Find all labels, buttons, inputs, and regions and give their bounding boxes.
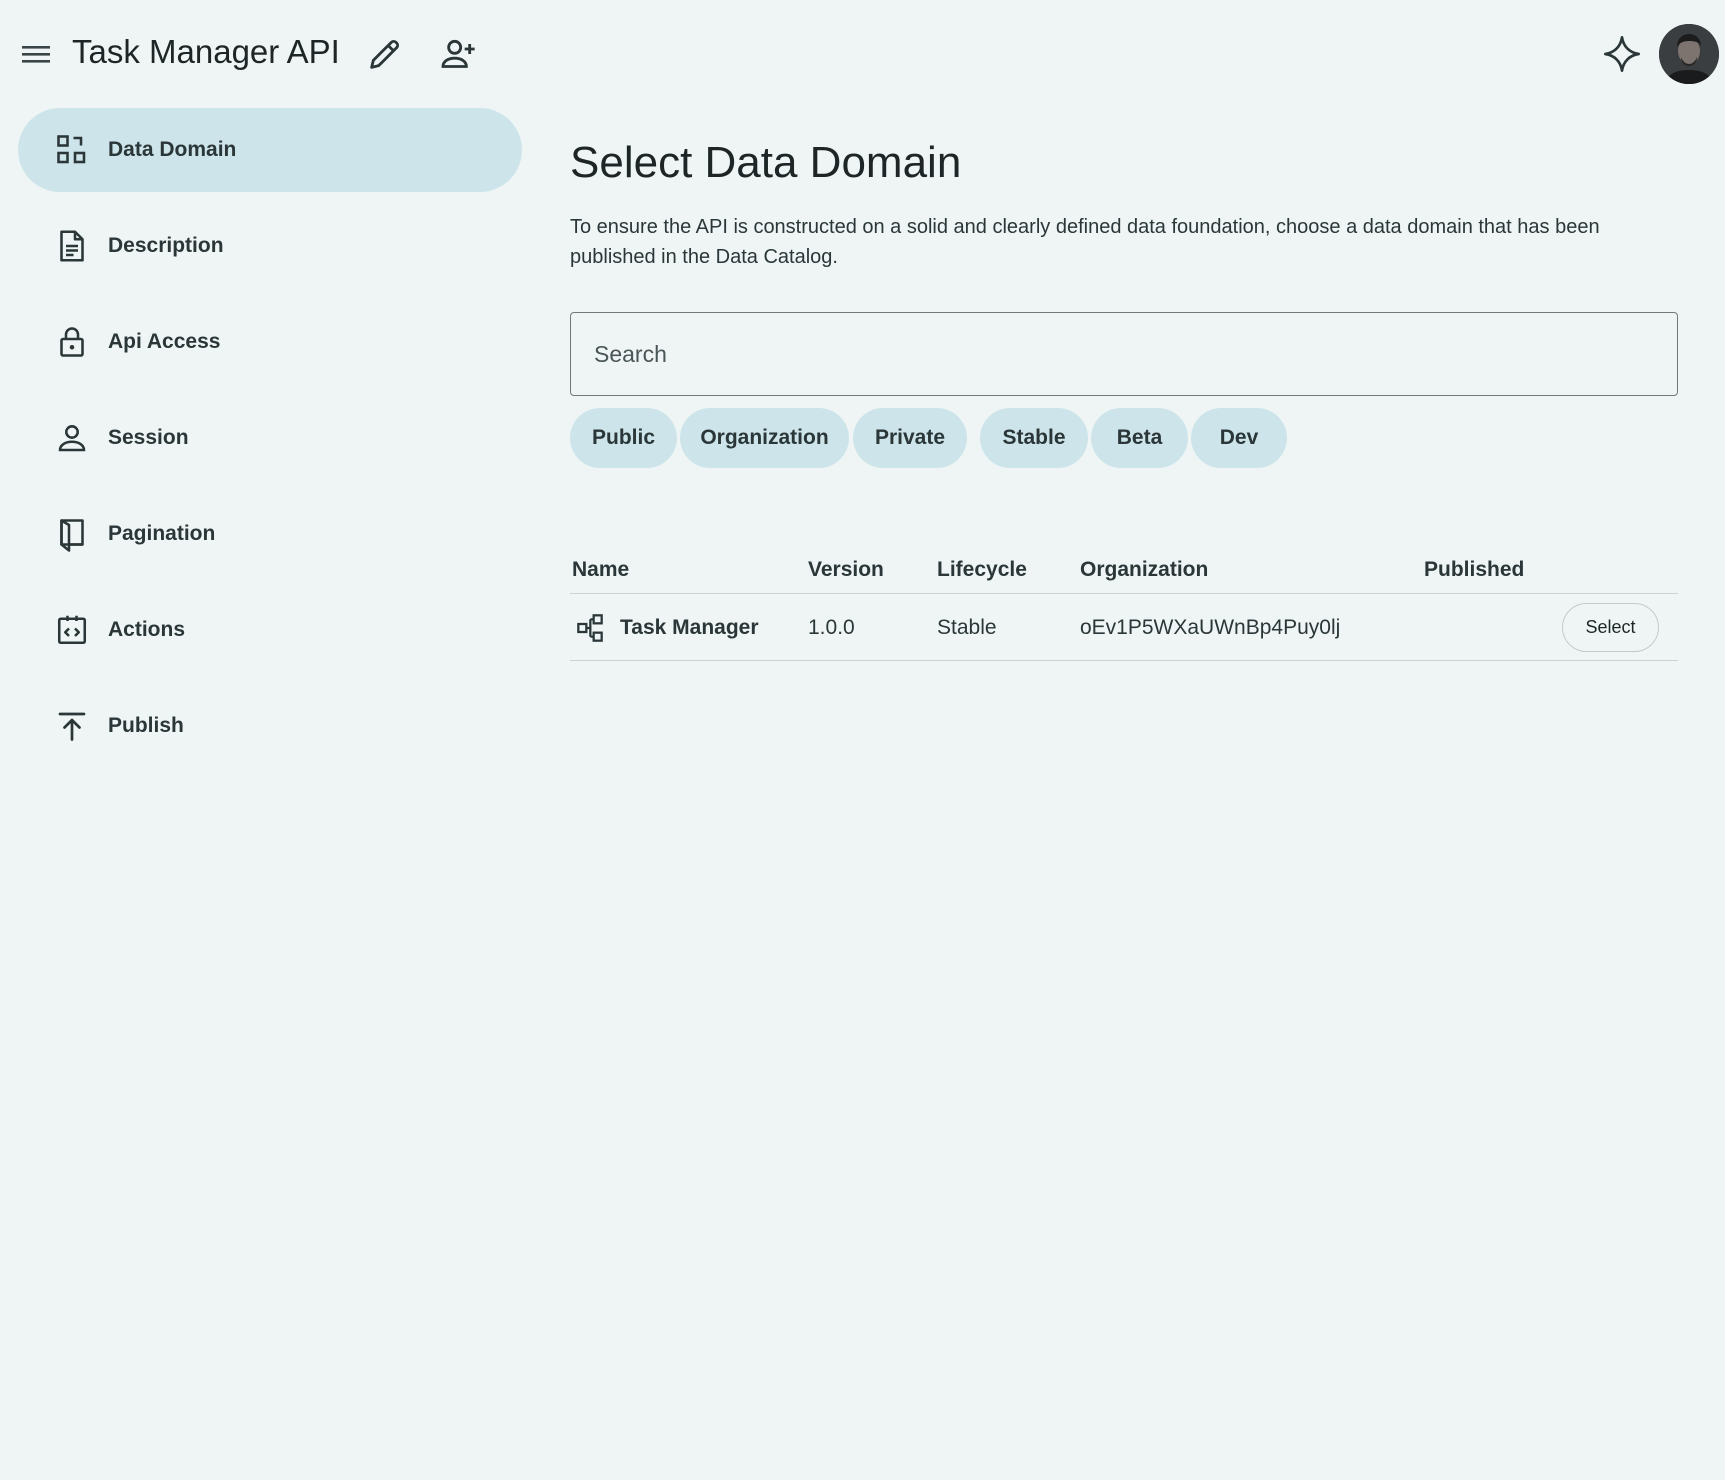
sidebar-item-api-access[interactable]: Api Access [18, 300, 522, 384]
page-title: Select Data Domain [570, 138, 962, 187]
column-header-version[interactable]: Version [808, 558, 884, 582]
sidebar-item-actions[interactable]: Actions [18, 588, 522, 672]
top-bar: Task Manager API [0, 0, 1725, 106]
data-domain-icon [575, 612, 607, 644]
filter-chip-dev[interactable]: Dev [1191, 408, 1287, 468]
search-input[interactable] [571, 313, 1677, 395]
table-row[interactable]: Task Manager 1.0.0 Stable oEv1P5WXaUWnBp… [570, 594, 1678, 661]
menu-icon[interactable] [18, 37, 54, 71]
column-header-lifecycle[interactable]: Lifecycle [937, 558, 1027, 582]
filter-chip-public[interactable]: Public [570, 408, 677, 468]
sidebar-item-session[interactable]: Session [18, 396, 522, 480]
column-header-published[interactable]: Published [1424, 558, 1524, 582]
select-button[interactable]: Select [1562, 603, 1659, 652]
sidebar-item-publish[interactable]: Publish [18, 684, 522, 768]
app-title: Task Manager API [72, 33, 340, 70]
sidebar-item-label: Publish [108, 714, 184, 737]
document-icon [54, 228, 90, 264]
person-icon [54, 420, 90, 456]
lock-icon [54, 324, 90, 360]
filter-chips: Public Organization Private Stable Beta … [570, 408, 1678, 468]
cell-organization: oEv1P5WXaUWnBp4Puy0lj [1080, 616, 1341, 639]
sidebar-item-label: Pagination [108, 522, 216, 545]
column-header-name[interactable]: Name [572, 558, 629, 582]
sidebar-item-label: Actions [108, 618, 186, 641]
avatar[interactable] [1659, 24, 1719, 84]
cell-lifecycle: Stable [937, 616, 997, 639]
sparkle-icon[interactable] [1602, 34, 1642, 74]
column-header-organization[interactable]: Organization [1080, 558, 1208, 582]
table-header: Name Version Lifecycle Organization Publ… [570, 528, 1678, 594]
sidebar-item-label: Data Domain [108, 138, 237, 161]
sidebar-item-pagination[interactable]: Pagination [18, 492, 522, 576]
filter-chip-beta[interactable]: Beta [1091, 408, 1188, 468]
filter-chip-organization[interactable]: Organization [680, 408, 849, 468]
cell-name: Task Manager [620, 616, 759, 639]
search-field[interactable] [570, 312, 1678, 396]
sidebar-item-label: Session [108, 426, 189, 449]
filter-chip-private[interactable]: Private [853, 408, 967, 468]
page-description: To ensure the API is constructed on a so… [570, 216, 1600, 268]
filter-chip-stable[interactable]: Stable [980, 408, 1088, 468]
upload-icon [54, 708, 90, 744]
sidebar: Data Domain Description Api Access Sessi… [18, 108, 522, 780]
sidebar-item-label: Api Access [108, 330, 221, 353]
book-icon [54, 516, 90, 552]
data-domain-icon [54, 132, 90, 168]
sidebar-item-description[interactable]: Description [18, 204, 522, 288]
sidebar-item-label: Description [108, 234, 224, 257]
person-add-icon[interactable] [438, 34, 478, 74]
sidebar-item-data-domain[interactable]: Data Domain [18, 108, 522, 192]
edit-icon[interactable] [365, 34, 405, 74]
code-icon [54, 612, 90, 648]
cell-version: 1.0.0 [808, 616, 855, 639]
